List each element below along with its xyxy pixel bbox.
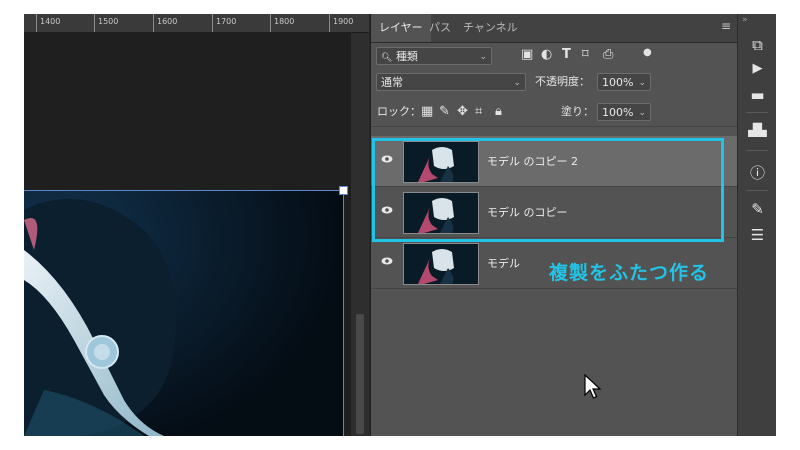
- type-filter-icon[interactable]: T: [562, 47, 571, 62]
- vr-headset-photo: [24, 190, 344, 436]
- panel-tabs: レイヤー パス チャンネル ≡: [371, 14, 737, 43]
- opacity-input[interactable]: 100% ⌄: [597, 73, 651, 91]
- photoshop-window: 1400 1500 1600 1700 1800 1900 レイヤー パス チャ…: [24, 14, 776, 436]
- collapse-arrows-icon[interactable]: »: [742, 15, 748, 25]
- bounding-box-edge: [343, 190, 344, 436]
- tab-channels[interactable]: チャンネル: [455, 14, 526, 42]
- info-icon[interactable]: ⓘ: [738, 162, 776, 183]
- lock-position-icon[interactable]: ✥: [457, 103, 468, 121]
- fill-label: 塗り：: [561, 105, 594, 118]
- adjust-icon[interactable]: ☰: [738, 226, 776, 244]
- brush-settings-icon[interactable]: ✎: [738, 200, 776, 218]
- chevron-down-icon: ⌄: [513, 78, 521, 88]
- canvas-photo[interactable]: [24, 190, 344, 436]
- play-icon[interactable]: ▶: [738, 61, 776, 76]
- tab-paths[interactable]: パス: [421, 14, 459, 42]
- smart-object-filter-icon[interactable]: ⎙: [603, 47, 613, 62]
- opacity-label: 不透明度：: [535, 75, 590, 88]
- ruler-label: 1600: [157, 17, 178, 26]
- ruler-label: 1700: [216, 17, 237, 26]
- libraries-icon[interactable]: ⧉: [738, 36, 776, 54]
- fill-value: 100%: [602, 106, 634, 119]
- image-filter-icon[interactable]: ▣: [521, 47, 533, 62]
- layer-name: モデル: [487, 257, 520, 270]
- ruler-label: 1500: [98, 17, 119, 26]
- mouse-cursor-icon: [584, 374, 602, 399]
- lock-row: ロック： ▦ ✎ ✥ ⌗ 🔒︎ 塗り： 100% ⌄: [371, 100, 737, 127]
- blend-row: 通常 ⌄ 不透明度： 100% ⌄: [371, 70, 737, 96]
- bounding-box-edge: [24, 190, 344, 191]
- lock-all-icon[interactable]: 🔒︎: [495, 103, 502, 121]
- shape-filter-icon[interactable]: ⌑: [582, 47, 589, 62]
- chevron-down-icon: ⌄: [638, 78, 646, 88]
- filter-toggle-icon[interactable]: ●: [643, 47, 652, 58]
- chevron-down-icon: ⌄: [638, 108, 646, 118]
- search-icon: 🔍︎: [381, 53, 393, 63]
- blend-mode-dropdown[interactable]: 通常 ⌄: [376, 73, 526, 91]
- annotation-highlight-box: [372, 138, 724, 242]
- opacity-value: 100%: [602, 76, 634, 89]
- fill-input[interactable]: 100% ⌄: [597, 103, 651, 121]
- right-toolbar: » ⧉ ▶ ▬ ▟▙ ⓘ ✎ ☰: [737, 14, 776, 436]
- ruler-label: 1900: [333, 17, 354, 26]
- ruler-label: 1400: [40, 17, 61, 26]
- lock-artboard-icon[interactable]: ⌗: [475, 103, 482, 121]
- filter-kind-dropdown[interactable]: 🔍︎ 種類 ⌄: [376, 47, 492, 65]
- hamburger-icon[interactable]: ≡: [721, 19, 731, 33]
- comment-icon[interactable]: ▬: [738, 86, 776, 104]
- lock-label: ロック：: [377, 105, 421, 118]
- adjustment-filter-icon[interactable]: ◐: [541, 47, 552, 62]
- filter-row: 🔍︎ 種類 ⌄ ▣ ◐ T ⌑ ⎙ ●: [371, 42, 737, 68]
- blend-mode-value: 通常: [381, 76, 403, 89]
- chevron-down-icon: ⌄: [479, 52, 487, 62]
- transform-handle[interactable]: [339, 186, 348, 195]
- histogram-icon[interactable]: ▟▙: [738, 123, 776, 137]
- lock-image-icon[interactable]: ✎: [439, 103, 450, 121]
- layer-thumbnail: [403, 243, 479, 285]
- ruler-label: 1800: [274, 17, 295, 26]
- lock-transparent-icon[interactable]: ▦: [421, 103, 433, 121]
- filter-kind-value: 種類: [395, 50, 418, 63]
- annotation-caption: 複製をふたつ作る: [549, 262, 710, 284]
- horizontal-ruler: 1400 1500 1600 1700 1800 1900: [24, 14, 369, 33]
- scrollbar-thumb[interactable]: [356, 314, 364, 434]
- eye-icon[interactable]: [381, 255, 393, 267]
